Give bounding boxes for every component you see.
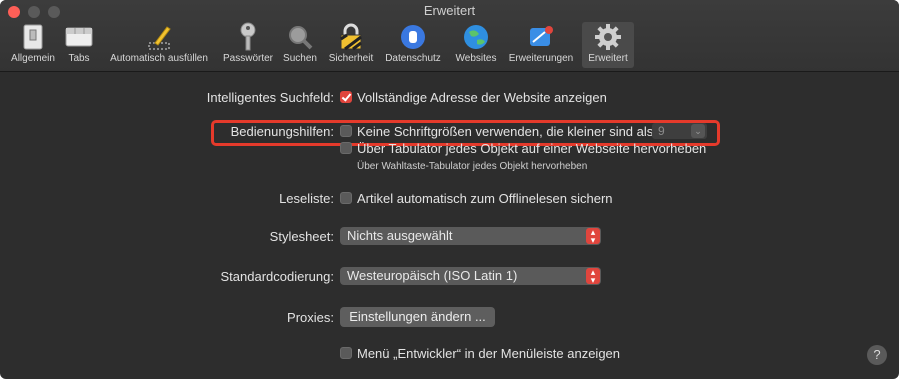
proxies-label: Proxies:: [287, 310, 334, 325]
min-font-size-checkbox[interactable]: [340, 125, 352, 137]
hand-icon: [397, 22, 429, 52]
pencil-icon: [143, 22, 175, 52]
popup-arrows-icon: ▴ ▾: [586, 268, 600, 285]
reading-list-label: Leseliste:: [279, 191, 334, 206]
tab-highlight-hint: Über Wahltaste-Tabulator jedes Objekt he…: [357, 161, 588, 172]
stylesheet-popup[interactable]: Nichts ausgewählt ▴ ▾: [340, 227, 601, 245]
preferences-window: Erweitert Allgemein Tabs Automatisch aus…: [0, 0, 899, 379]
puzzle-icon: [525, 22, 557, 52]
chevron-down-icon: ⌄: [691, 124, 705, 138]
accessibility-label: Bedienungshilfen:: [230, 124, 334, 139]
full-address-option: Vollständige Adresse der Website anzeige…: [357, 90, 607, 105]
tab-autofill[interactable]: Automatisch ausfüllen: [100, 22, 218, 68]
tab-search[interactable]: Suchen: [280, 22, 320, 68]
tab-allgemein[interactable]: Allgemein: [6, 22, 60, 68]
tab-highlight-checkbox[interactable]: [340, 142, 352, 154]
encoding-label: Standardcodierung:: [220, 269, 334, 284]
search-field-label: Intelligentes Suchfeld:: [206, 90, 334, 105]
min-font-size-value: 9: [658, 124, 665, 138]
tab-highlight-option: Über Tabulator jedes Objekt auf einer We…: [357, 141, 707, 156]
min-font-size-select[interactable]: 9 ⌄: [652, 123, 707, 139]
advanced-settings-pane: Intelligentes Suchfeld: Vollständige Adr…: [0, 72, 899, 379]
window-title: Erweitert: [423, 3, 476, 18]
tab-extensions[interactable]: Erweiterungen: [504, 22, 578, 68]
offline-reading-option: Artikel automatisch zum Offlinelesen sic…: [357, 191, 613, 206]
magnifier-icon: [284, 22, 316, 52]
encoding-popup[interactable]: Westeuropäisch (ISO Latin 1) ▴ ▾: [340, 267, 601, 285]
stylesheet-value: Nichts ausgewählt: [347, 228, 453, 243]
titlebar: Erweitert Allgemein Tabs Automatisch aus…: [0, 0, 899, 72]
develop-menu-checkbox[interactable]: [340, 347, 352, 359]
key-icon: [232, 22, 264, 52]
develop-menu-option: Menü „Entwickler“ in der Menüleiste anze…: [357, 346, 621, 361]
lock-icon: [335, 22, 367, 52]
gear-icon: [592, 22, 624, 52]
tabs-icon: [63, 22, 95, 52]
tab-websites[interactable]: Websites: [452, 22, 500, 68]
popup-arrows-icon: ▴ ▾: [586, 228, 600, 245]
full-address-checkbox[interactable]: [340, 91, 352, 103]
tab-advanced[interactable]: Erweitert: [582, 22, 634, 68]
min-font-size-option: Keine Schriftgrößen verwenden, die klein…: [357, 124, 654, 139]
tab-tabs[interactable]: Tabs: [64, 22, 94, 68]
offline-reading-checkbox[interactable]: [340, 192, 352, 204]
stylesheet-label: Stylesheet:: [269, 229, 334, 244]
change-proxy-settings-button[interactable]: Einstellungen ändern ...: [340, 307, 495, 327]
tab-security[interactable]: Sicherheit: [324, 22, 378, 68]
encoding-value: Westeuropäisch (ISO Latin 1): [347, 268, 518, 283]
switch-icon: [17, 22, 49, 52]
tab-passwords[interactable]: Passwörter: [220, 22, 276, 68]
tab-privacy[interactable]: Datenschutz: [382, 22, 444, 68]
globe-icon: [460, 22, 492, 52]
help-button[interactable]: ?: [867, 345, 887, 365]
